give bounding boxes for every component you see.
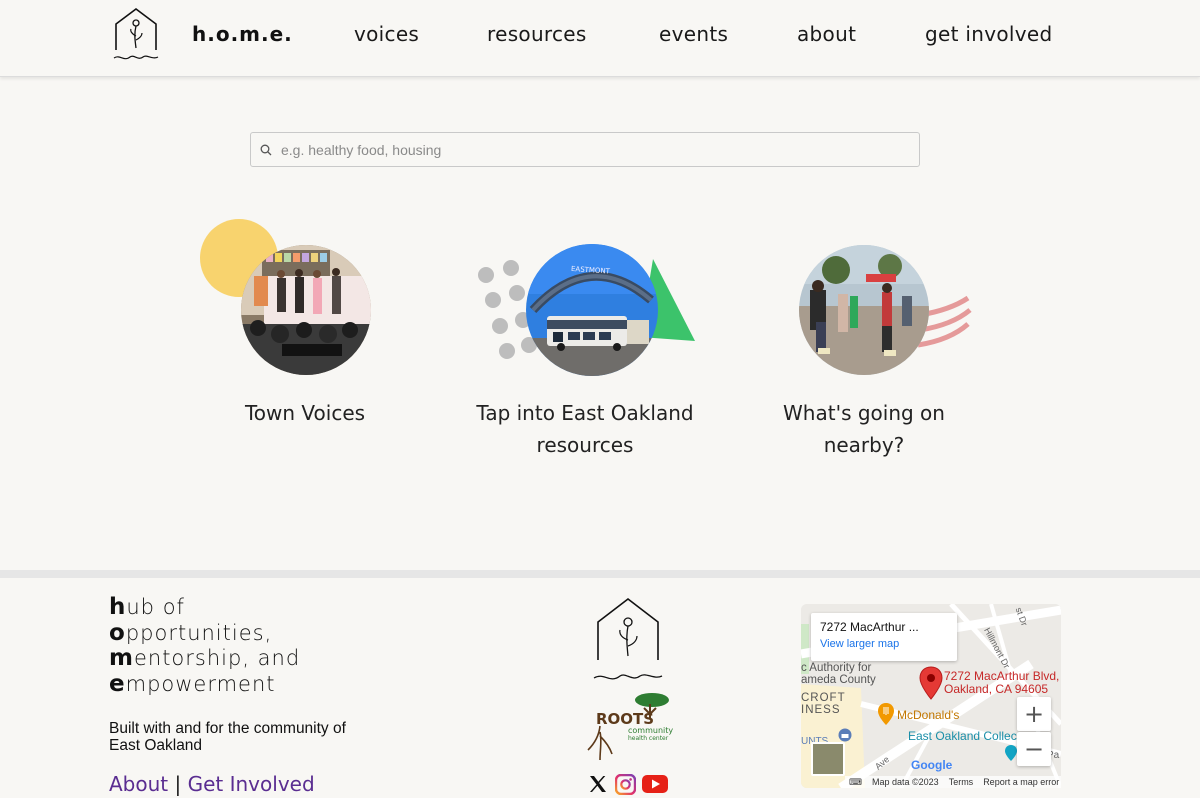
tile-nearby-label-line2: nearby? [823,433,905,457]
map-info-card: 7272 MacArthur ... View larger map [811,613,957,661]
tile-resources-label[interactable]: Tap into East Oakland resources [455,397,715,461]
footer-about-link[interactable]: About [109,772,168,796]
map-label-east-oakland-collect: East Oakland Collect [908,729,1021,743]
acronym-line-h: hub of [109,594,185,620]
svg-text:health center: health center [628,735,669,742]
tile-town-voices[interactable]: Town Voices [190,210,420,440]
map-report-error-link[interactable]: Report a map error [983,777,1059,787]
acronym-line-m: mentorship, and [109,645,301,671]
search-bar[interactable] [250,132,920,167]
footer-link-separator: | [174,772,182,796]
map-label-iness: INESS [801,704,841,716]
nav-events[interactable]: events [659,22,728,46]
map-attribution-bar: ⌨ Map data ©2023 Terms Report a map erro… [845,776,1061,788]
tile-resources-label-line2: resources [536,433,634,457]
map-zoom-in-button[interactable]: + [1017,697,1051,731]
eastmont-bus-photo-icon: EASTMONT [478,244,695,376]
satellite-toggle-icon[interactable] [811,742,845,776]
acronym-block: hub of opportunities, mentorship, and em… [109,594,301,697]
keyboard-shortcuts-icon[interactable]: ⌨ [849,777,862,788]
footer-tagline: Built with and for the community of East… [109,720,346,754]
map-card-address: 7272 MacArthur ... [820,620,919,634]
search-icon [251,133,281,166]
footer-home-logo-icon[interactable] [590,596,666,684]
tile-resources[interactable]: EASTMONT Tap into East Oakland resources [470,210,700,470]
map-pin-label-line2: Oakland, CA 94605 [944,682,1049,696]
map-pin-icon[interactable] [919,666,943,700]
tile-nearby[interactable]: What's going on nearby? [750,210,980,470]
view-larger-map-link[interactable]: View larger map [820,638,948,650]
search-input[interactable] [281,133,919,166]
roller-skating-photo-icon [799,245,972,375]
map-label-county: ameda County [801,674,876,686]
x-icon[interactable] [587,773,609,795]
map-data-text: Map data ©2023 [872,777,939,787]
map-terms-link[interactable]: Terms [949,777,974,787]
acronym-line-o: opportunities, [109,619,273,646]
map-label-mcdonalds: McDonald's [897,708,960,722]
nav-about[interactable]: about [797,22,856,46]
location-pin-icon[interactable] [1004,744,1018,762]
tile-resources-label-line1: Tap into East Oakland [476,401,694,425]
roots-health-center-logo-icon[interactable]: ROOTS community health center [586,692,674,762]
nav-resources[interactable]: resources [487,22,587,46]
svg-text:community: community [628,726,673,735]
nav-get-involved[interactable]: get involved [925,22,1053,46]
tile-town-voices-label[interactable]: Town Voices [175,397,435,429]
youtube-icon[interactable] [642,773,668,795]
google-logo: Google [911,758,953,772]
tile-nearby-label-line1: What's going on [783,401,945,425]
nav-voices[interactable]: voices [354,22,419,46]
map-label-authority: c Authority for [801,662,872,674]
footer-links: About | Get Involved [109,772,315,796]
acronym-line-e: empowerment [109,670,276,697]
site-header: h.o.m.e. voices resources events about g… [0,0,1200,77]
restaurant-pin-icon[interactable] [877,702,895,726]
map-zoom-out-button[interactable]: − [1017,732,1051,766]
instagram-icon[interactable] [614,773,636,795]
nav-home-link[interactable]: h.o.m.e. [192,22,293,46]
map-pin-label-line1: 7272 MacArthur Blvd, [944,669,1060,683]
town-voices-photo-icon [200,219,371,375]
bank-pin-icon[interactable] [838,728,852,742]
footer-get-involved-link[interactable]: Get Involved [188,772,315,796]
home-logo-icon[interactable] [110,6,162,66]
map-label-croft: CROFT [801,692,846,704]
tile-nearby-label[interactable]: What's going on nearby? [734,397,994,461]
